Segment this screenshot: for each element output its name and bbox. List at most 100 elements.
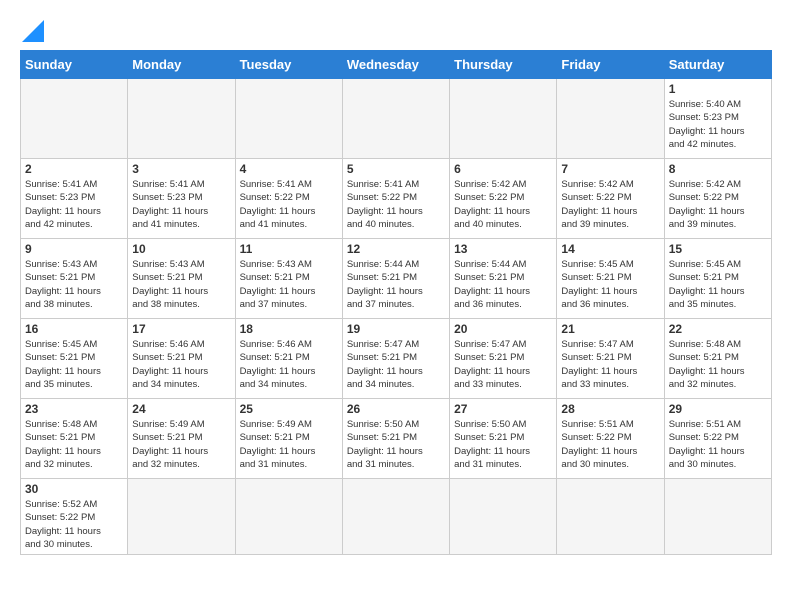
day-number: 22 — [669, 322, 767, 336]
calendar-cell: 13 Sunrise: 5:44 AM Sunset: 5:21 PM Dayli… — [450, 239, 557, 319]
calendar-table: SundayMondayTuesdayWednesdayThursdayFrid… — [20, 50, 772, 555]
day-info: Sunrise: 5:47 AM Sunset: 5:21 PM Dayligh… — [454, 338, 552, 391]
day-number: 12 — [347, 242, 445, 256]
day-number: 7 — [561, 162, 659, 176]
calendar-header-row: SundayMondayTuesdayWednesdayThursdayFrid… — [21, 51, 772, 79]
day-info: Sunrise: 5:43 AM Sunset: 5:21 PM Dayligh… — [240, 258, 338, 311]
day-number: 4 — [240, 162, 338, 176]
calendar-cell: 10 Sunrise: 5:43 AM Sunset: 5:21 PM Dayli… — [128, 239, 235, 319]
calendar-cell: 12 Sunrise: 5:44 AM Sunset: 5:21 PM Dayli… — [342, 239, 449, 319]
calendar-cell: 23 Sunrise: 5:48 AM Sunset: 5:21 PM Dayli… — [21, 399, 128, 479]
calendar-cell: 30Sunrise: 5:52 AM Sunset: 5:22 PM Dayli… — [21, 479, 128, 555]
day-info: Sunrise: 5:41 AM Sunset: 5:22 PM Dayligh… — [240, 178, 338, 231]
day-info: Sunrise: 5:50 AM Sunset: 5:21 PM Dayligh… — [347, 418, 445, 471]
calendar-cell: 28 Sunrise: 5:51 AM Sunset: 5:22 PM Dayli… — [557, 399, 664, 479]
calendar-cell — [128, 79, 235, 159]
calendar-cell — [342, 479, 449, 555]
day-number: 25 — [240, 402, 338, 416]
day-info: Sunrise: 5:43 AM Sunset: 5:21 PM Dayligh… — [132, 258, 230, 311]
calendar-cell — [128, 479, 235, 555]
calendar-cell: 22 Sunrise: 5:48 AM Sunset: 5:21 PM Dayli… — [664, 319, 771, 399]
calendar-cell: 8 Sunrise: 5:42 AM Sunset: 5:22 PM Daylig… — [664, 159, 771, 239]
calendar-cell: 20 Sunrise: 5:47 AM Sunset: 5:21 PM Dayli… — [450, 319, 557, 399]
calendar-cell: 21Sunrise: 5:47 AM Sunset: 5:21 PM Dayli… — [557, 319, 664, 399]
calendar-cell — [557, 79, 664, 159]
calendar-cell — [664, 479, 771, 555]
day-info: Sunrise: 5:47 AM Sunset: 5:21 PM Dayligh… — [347, 338, 445, 391]
calendar-week-row: 1 Sunrise: 5:40 AM Sunset: 5:23 PM Daylig… — [21, 79, 772, 159]
day-info: Sunrise: 5:45 AM Sunset: 5:21 PM Dayligh… — [25, 338, 123, 391]
day-number: 23 — [25, 402, 123, 416]
day-number: 11 — [240, 242, 338, 256]
day-info: Sunrise: 5:48 AM Sunset: 5:21 PM Dayligh… — [25, 418, 123, 471]
day-info: Sunrise: 5:40 AM Sunset: 5:23 PM Dayligh… — [669, 98, 767, 151]
day-number: 24 — [132, 402, 230, 416]
day-number: 15 — [669, 242, 767, 256]
logo — [20, 16, 44, 42]
day-number: 21 — [561, 322, 659, 336]
calendar-cell — [342, 79, 449, 159]
calendar-weekday-saturday: Saturday — [664, 51, 771, 79]
calendar-cell: 15Sunrise: 5:45 AM Sunset: 5:21 PM Dayli… — [664, 239, 771, 319]
day-info: Sunrise: 5:48 AM Sunset: 5:21 PM Dayligh… — [669, 338, 767, 391]
day-number: 14 — [561, 242, 659, 256]
calendar-weekday-tuesday: Tuesday — [235, 51, 342, 79]
day-info: Sunrise: 5:42 AM Sunset: 5:22 PM Dayligh… — [561, 178, 659, 231]
calendar-cell: 6Sunrise: 5:42 AM Sunset: 5:22 PM Daylig… — [450, 159, 557, 239]
calendar-week-row: 16 Sunrise: 5:45 AM Sunset: 5:21 PM Dayli… — [21, 319, 772, 399]
calendar-cell: 29 Sunrise: 5:51 AM Sunset: 5:22 PM Dayli… — [664, 399, 771, 479]
calendar-cell: 27Sunrise: 5:50 AM Sunset: 5:21 PM Dayli… — [450, 399, 557, 479]
calendar-cell: 11 Sunrise: 5:43 AM Sunset: 5:21 PM Dayli… — [235, 239, 342, 319]
day-info: Sunrise: 5:41 AM Sunset: 5:23 PM Dayligh… — [132, 178, 230, 231]
day-number: 13 — [454, 242, 552, 256]
calendar-cell: 19 Sunrise: 5:47 AM Sunset: 5:21 PM Dayli… — [342, 319, 449, 399]
day-info: Sunrise: 5:44 AM Sunset: 5:21 PM Dayligh… — [454, 258, 552, 311]
calendar-cell: 1 Sunrise: 5:40 AM Sunset: 5:23 PM Daylig… — [664, 79, 771, 159]
calendar-weekday-friday: Friday — [557, 51, 664, 79]
logo-triangle-icon — [22, 20, 44, 42]
day-number: 8 — [669, 162, 767, 176]
calendar-weekday-thursday: Thursday — [450, 51, 557, 79]
calendar-week-row: 23 Sunrise: 5:48 AM Sunset: 5:21 PM Dayli… — [21, 399, 772, 479]
calendar-week-row: 2Sunrise: 5:41 AM Sunset: 5:23 PM Daylig… — [21, 159, 772, 239]
day-number: 29 — [669, 402, 767, 416]
calendar-week-row: 30Sunrise: 5:52 AM Sunset: 5:22 PM Dayli… — [21, 479, 772, 555]
day-info: Sunrise: 5:41 AM Sunset: 5:23 PM Dayligh… — [25, 178, 123, 231]
day-number: 27 — [454, 402, 552, 416]
day-number: 9 — [25, 242, 123, 256]
page-header — [20, 16, 772, 42]
day-number: 1 — [669, 82, 767, 96]
day-number: 26 — [347, 402, 445, 416]
day-info: Sunrise: 5:44 AM Sunset: 5:21 PM Dayligh… — [347, 258, 445, 311]
calendar-cell: 2Sunrise: 5:41 AM Sunset: 5:23 PM Daylig… — [21, 159, 128, 239]
day-number: 17 — [132, 322, 230, 336]
calendar-weekday-wednesday: Wednesday — [342, 51, 449, 79]
day-info: Sunrise: 5:43 AM Sunset: 5:21 PM Dayligh… — [25, 258, 123, 311]
day-info: Sunrise: 5:51 AM Sunset: 5:22 PM Dayligh… — [561, 418, 659, 471]
calendar-weekday-sunday: Sunday — [21, 51, 128, 79]
calendar-cell: 24 Sunrise: 5:49 AM Sunset: 5:21 PM Dayli… — [128, 399, 235, 479]
day-number: 10 — [132, 242, 230, 256]
day-info: Sunrise: 5:49 AM Sunset: 5:21 PM Dayligh… — [132, 418, 230, 471]
calendar-weekday-monday: Monday — [128, 51, 235, 79]
calendar-week-row: 9 Sunrise: 5:43 AM Sunset: 5:21 PM Daylig… — [21, 239, 772, 319]
calendar-cell — [450, 79, 557, 159]
day-number: 28 — [561, 402, 659, 416]
calendar-cell — [557, 479, 664, 555]
day-info: Sunrise: 5:41 AM Sunset: 5:22 PM Dayligh… — [347, 178, 445, 231]
calendar-cell: 4 Sunrise: 5:41 AM Sunset: 5:22 PM Daylig… — [235, 159, 342, 239]
day-number: 30 — [25, 482, 123, 496]
calendar-cell: 14 Sunrise: 5:45 AM Sunset: 5:21 PM Dayli… — [557, 239, 664, 319]
day-info: Sunrise: 5:51 AM Sunset: 5:22 PM Dayligh… — [669, 418, 767, 471]
day-number: 18 — [240, 322, 338, 336]
day-number: 16 — [25, 322, 123, 336]
calendar-cell — [450, 479, 557, 555]
day-info: Sunrise: 5:45 AM Sunset: 5:21 PM Dayligh… — [561, 258, 659, 311]
day-info: Sunrise: 5:42 AM Sunset: 5:22 PM Dayligh… — [669, 178, 767, 231]
calendar-cell: 3Sunrise: 5:41 AM Sunset: 5:23 PM Daylig… — [128, 159, 235, 239]
calendar-cell — [21, 79, 128, 159]
calendar-cell: 16 Sunrise: 5:45 AM Sunset: 5:21 PM Dayli… — [21, 319, 128, 399]
day-number: 20 — [454, 322, 552, 336]
calendar-cell: 18Sunrise: 5:46 AM Sunset: 5:21 PM Dayli… — [235, 319, 342, 399]
day-number: 19 — [347, 322, 445, 336]
